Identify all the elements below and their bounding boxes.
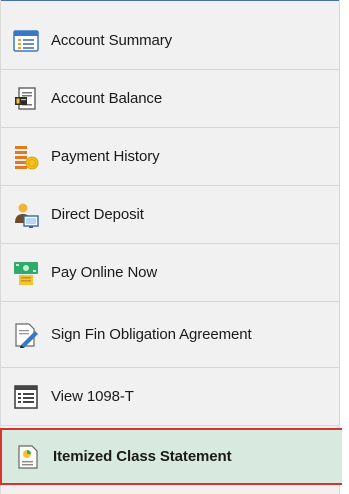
menu-item-itemized-class-statement[interactable]: Itemized Class Statement xyxy=(0,428,342,485)
menu-item-direct-deposit[interactable]: Direct Deposit xyxy=(1,186,339,244)
itemized-statement-icon xyxy=(13,442,43,472)
menu-item-payment-history[interactable]: Payment History xyxy=(1,128,339,186)
sign-agreement-icon xyxy=(11,320,41,350)
menu-item-label: Pay Online Now xyxy=(51,264,158,281)
menu-item-view-1098-t[interactable]: View 1098-T xyxy=(1,368,339,426)
payment-history-icon xyxy=(11,142,41,172)
menu-top-border xyxy=(1,0,339,1)
menu-item-account-summary[interactable]: Account Summary xyxy=(1,12,339,70)
pay-online-icon xyxy=(11,258,41,288)
menu-item-label: Direct Deposit xyxy=(51,206,144,223)
menu-item-label: Sign Fin Obligation Agreement xyxy=(51,326,252,343)
direct-deposit-icon xyxy=(11,200,41,230)
menu-item-pay-online-now[interactable]: Pay Online Now xyxy=(1,244,339,302)
menu-item-sign-fin-obligation-agreement[interactable]: Sign Fin Obligation Agreement xyxy=(1,302,339,368)
menu-item-label: Account Balance xyxy=(51,90,163,107)
financial-account-menu: Account Summary Account Balance Payment … xyxy=(0,0,342,494)
menu-item-account-balance[interactable]: Account Balance xyxy=(1,70,339,128)
menu-item-label: Itemized Class Statement xyxy=(53,448,232,465)
account-balance-icon xyxy=(11,84,41,114)
menu-item-label: Account Summary xyxy=(51,32,173,49)
account-summary-icon xyxy=(11,26,41,56)
menu-item-label: Payment History xyxy=(51,148,160,165)
view-1098t-icon xyxy=(11,382,41,412)
menu-item-label: View 1098-T xyxy=(51,388,134,405)
